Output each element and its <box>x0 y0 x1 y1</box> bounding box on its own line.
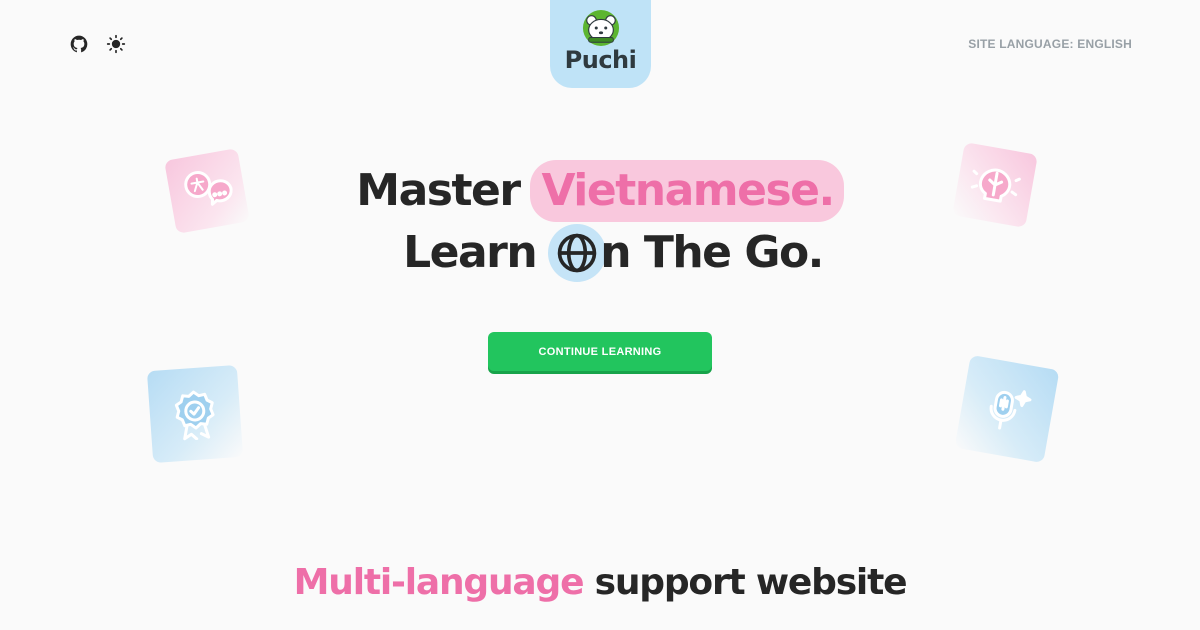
tagline: Multi-language support website <box>0 562 1200 603</box>
voice-sparkle-card <box>954 354 1060 464</box>
sun-icon[interactable] <box>106 34 126 54</box>
award-badge-card <box>146 364 244 464</box>
hero-line-2-prefix: Learn <box>403 227 538 278</box>
hero-line-2-suffix: n The Go. <box>600 227 824 278</box>
hero-line-1-prefix: Master <box>356 165 521 216</box>
github-icon[interactable] <box>69 34 89 54</box>
hero-line-2-suffix-group: n The Go. <box>548 222 824 284</box>
hero-line-2: Learn n The Go. <box>0 222 1200 284</box>
tagline-rest: support website <box>594 562 908 603</box>
header-actions <box>69 34 126 54</box>
logo[interactable]: Puchi <box>550 0 651 88</box>
continue-learning-button[interactable]: CONTINUE LEARNING <box>488 332 712 371</box>
site-language-selector[interactable]: SITE LANGUAGE: ENGLISH <box>968 37 1132 51</box>
hero-language-highlight: Vietnamese. <box>529 160 844 222</box>
award-badge-icon <box>174 390 215 441</box>
hero-heading: Master Vietnamese. Learn n The Go. <box>0 160 1200 284</box>
hero-line-1: Master Vietnamese. <box>0 160 1200 222</box>
bear-mascot-icon <box>582 9 619 47</box>
globe-icon <box>548 224 607 282</box>
tagline-highlight: Multi-language <box>293 562 585 603</box>
voice-sparkle-icon <box>989 390 1032 430</box>
logo-text: Puchi <box>564 46 637 74</box>
